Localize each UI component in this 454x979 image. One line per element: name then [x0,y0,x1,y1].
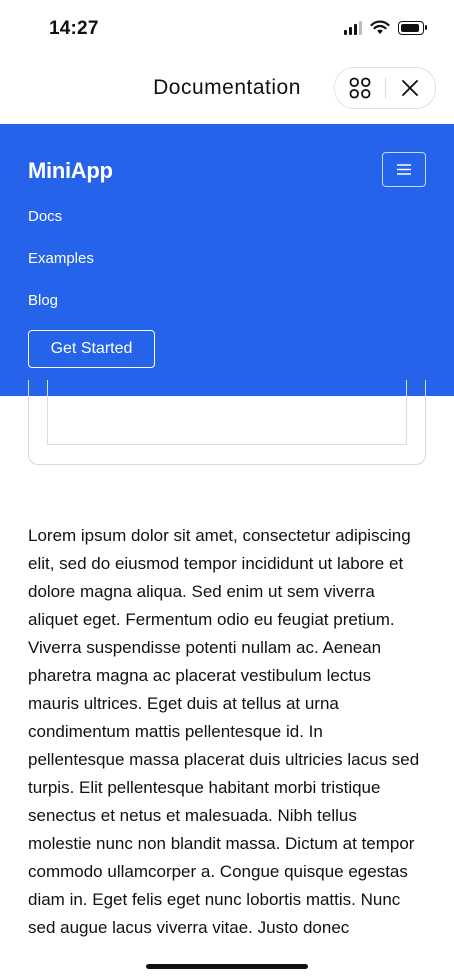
demo-card-inner [47,380,407,445]
status-bar: 14:27 [0,0,454,60]
close-button[interactable] [385,68,435,108]
nav-link-blog[interactable]: Blog [28,292,58,309]
body-paragraph: Lorem ipsum dolor sit amet, consectetur … [28,526,420,937]
brand-logo[interactable]: MiniApp [28,158,113,184]
menu-toggle-button[interactable] [382,152,426,187]
hamburger-icon [397,164,411,175]
status-time: 14:27 [49,18,99,39]
nav-link-docs[interactable]: Docs [28,208,62,225]
wifi-icon [370,20,390,34]
status-icons [344,20,427,35]
cellular-signal-icon [344,20,362,35]
get-started-button[interactable]: Get Started [28,330,155,368]
home-indicator [146,964,308,969]
close-icon [402,80,419,96]
app-titlebar: Documentation [0,60,454,124]
navbar: MiniApp Docs Examples Blog Get Started [0,124,454,396]
capsule-menu [334,67,436,109]
nav-link-examples[interactable]: Examples [28,250,94,267]
grid-icon [349,77,371,99]
battery-icon [398,20,427,35]
more-button[interactable] [335,68,385,108]
